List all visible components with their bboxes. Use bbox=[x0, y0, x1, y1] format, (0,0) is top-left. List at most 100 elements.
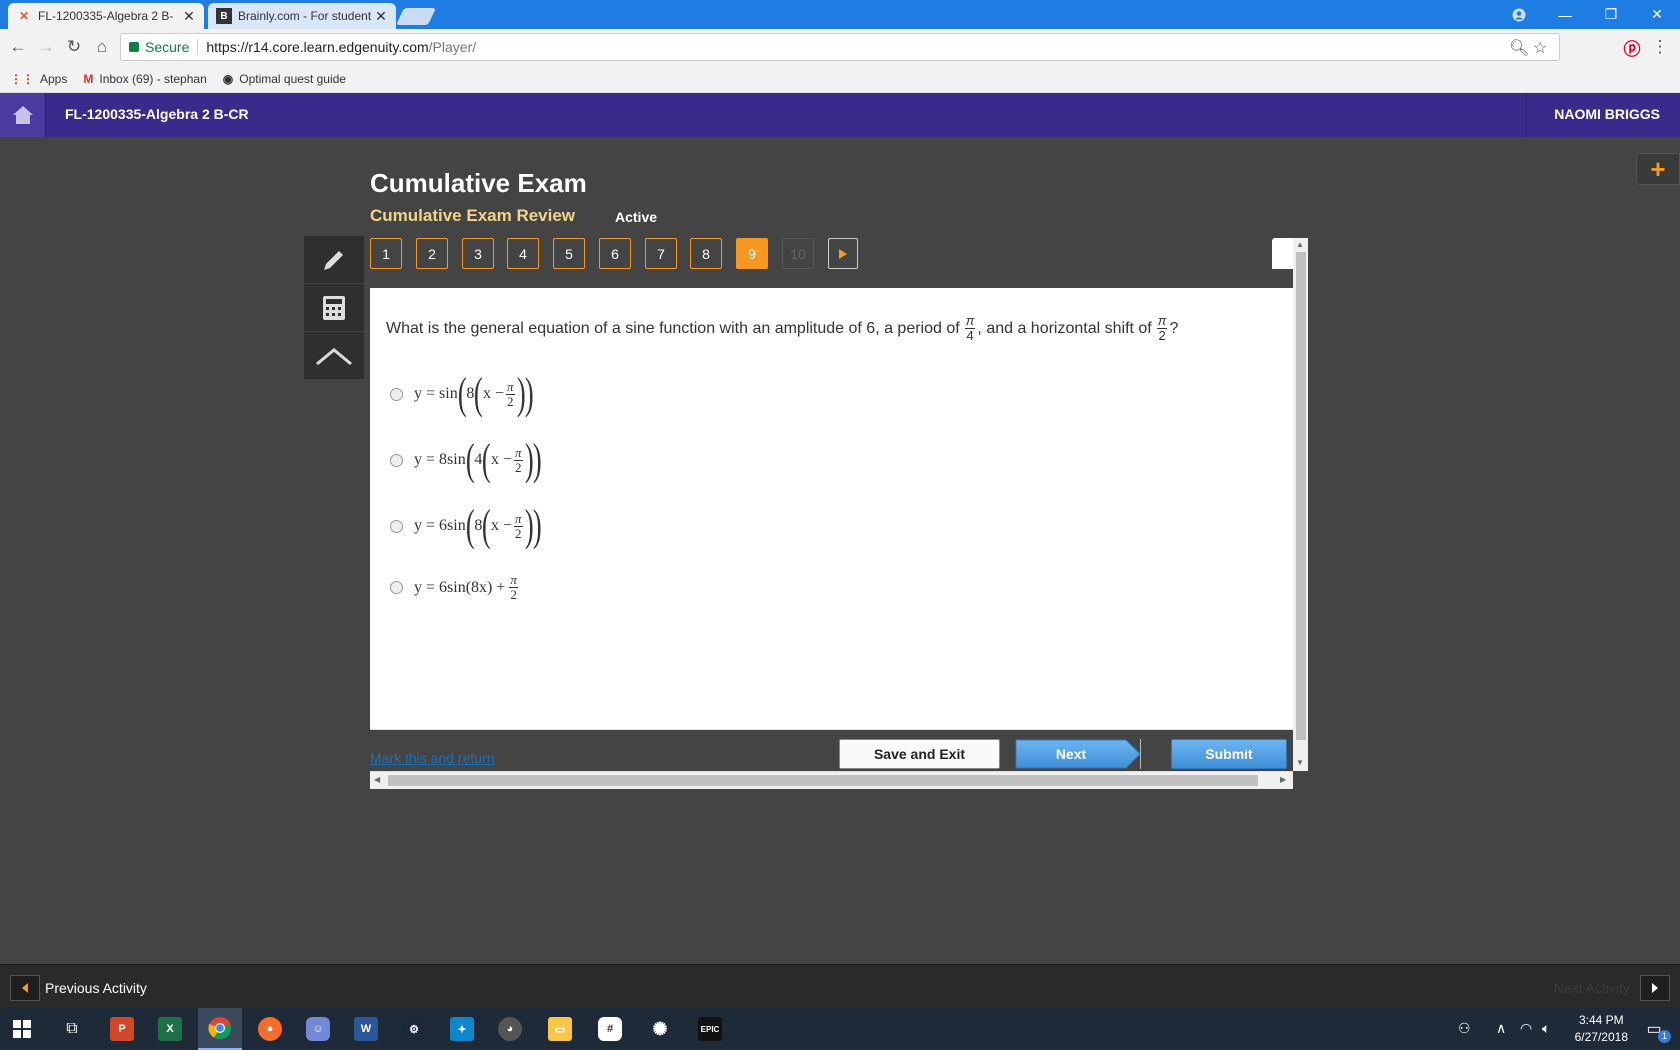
steam-icon[interactable]: ⚙ bbox=[392, 1008, 436, 1050]
question-nav-2[interactable]: 2 bbox=[416, 238, 448, 269]
answer-option-a[interactable]: y = sin ( 8 ( x − π2 )) bbox=[390, 372, 534, 416]
word-icon[interactable]: W bbox=[344, 1008, 388, 1050]
gmail-icon: M bbox=[83, 71, 94, 86]
question-nav-5[interactable]: 5 bbox=[553, 238, 585, 269]
calculator-icon bbox=[323, 295, 345, 320]
url-text[interactable]: https://r14.core.learn.edgenuity.com/Pla… bbox=[206, 39, 476, 55]
question-nav-4[interactable]: 4 bbox=[507, 238, 539, 269]
menu-icon[interactable]: ⋮ bbox=[1648, 35, 1672, 59]
restore-icon[interactable]: ❐ bbox=[1588, 0, 1634, 29]
bookmark-quest-guide[interactable]: ◉ Optimal quest guide bbox=[223, 72, 346, 86]
zoom-icon[interactable]: 🔍︎ bbox=[1509, 38, 1529, 58]
scroll-up-arrow-icon[interactable]: ▲ bbox=[1296, 240, 1304, 249]
chrome-icon[interactable] bbox=[198, 1008, 242, 1050]
bookmark-apps[interactable]: ⋮⋮ Apps bbox=[10, 72, 67, 86]
mark-and-return-link[interactable]: Mark this and return bbox=[370, 750, 495, 766]
fraction-denominator: 2 bbox=[510, 587, 517, 602]
question-nav-8[interactable]: 8 bbox=[690, 238, 722, 269]
tab-edgenuity[interactable]: ✕ FL-1200335-Algebra 2 B- ✕ bbox=[8, 3, 204, 29]
question-text: What is the general equation of a sine f… bbox=[386, 314, 1178, 343]
frame-tab bbox=[1272, 238, 1294, 269]
home-icon[interactable]: ⌂ bbox=[90, 35, 114, 59]
fraction-numerator: π bbox=[509, 572, 518, 588]
question-nav-1[interactable]: 1 bbox=[370, 238, 402, 269]
file-explorer-icon[interactable]: ▭ bbox=[538, 1008, 582, 1050]
question-nav-10: 10 bbox=[782, 238, 814, 269]
tray-chevron-icon[interactable]: ∧ bbox=[1496, 1020, 1506, 1037]
next-button[interactable]: Next bbox=[1015, 739, 1141, 769]
expr-fraction: π2 bbox=[506, 379, 515, 409]
wifi-icon[interactable]: ◠ bbox=[1520, 1020, 1532, 1037]
collapse-tool-button[interactable] bbox=[304, 332, 364, 380]
pencil-tool-button[interactable] bbox=[304, 236, 364, 284]
fraction-numerator: π bbox=[1156, 313, 1168, 329]
radio-button[interactable] bbox=[390, 387, 403, 401]
app-icon[interactable]: ◕ bbox=[488, 1008, 532, 1050]
action-center-icon[interactable]: ▭ 1 bbox=[1632, 1008, 1676, 1050]
expr-prefix: y = 6sin(8x) + bbox=[414, 578, 506, 596]
left-paren: ( bbox=[465, 501, 475, 550]
steelseries-icon[interactable]: ✺ bbox=[638, 1008, 682, 1050]
tab-close-icon[interactable]: ✕ bbox=[182, 8, 196, 25]
scroll-right-arrow-icon[interactable]: ▶ bbox=[1280, 775, 1286, 784]
slack-icon[interactable]: # bbox=[588, 1008, 632, 1050]
previous-activity-button[interactable] bbox=[10, 975, 40, 1001]
question-nav-3[interactable]: 3 bbox=[462, 238, 494, 269]
radio-button[interactable] bbox=[390, 453, 403, 467]
button-separator bbox=[1140, 739, 1141, 769]
origin-icon[interactable]: ● bbox=[248, 1008, 292, 1050]
next-activity-label: Next Activity bbox=[1553, 980, 1630, 996]
plus-menu-button[interactable]: + bbox=[1636, 153, 1680, 185]
radio-button[interactable] bbox=[390, 581, 403, 594]
calculator-tool-button[interactable] bbox=[304, 284, 364, 332]
answer-expression: y = sin ( 8 ( x − π2 )) bbox=[414, 372, 534, 416]
question-nav-7[interactable]: 7 bbox=[645, 238, 677, 269]
save-and-exit-button[interactable]: Save and Exit bbox=[839, 739, 1000, 769]
profile-icon[interactable] bbox=[1496, 0, 1542, 29]
discord-icon[interactable]: ☺ bbox=[296, 1008, 340, 1050]
bookmark-gmail[interactable]: M Inbox (69) - stephan bbox=[83, 72, 206, 86]
question-part: ? bbox=[1169, 319, 1179, 337]
scroll-down-arrow-icon[interactable]: ▼ bbox=[1296, 758, 1304, 767]
new-tab-button[interactable] bbox=[396, 8, 436, 25]
excel-icon[interactable]: X bbox=[148, 1008, 192, 1050]
notification-count: 1 bbox=[1658, 1030, 1671, 1043]
forward-icon[interactable]: → bbox=[34, 35, 58, 59]
reload-icon[interactable]: ↻ bbox=[62, 35, 86, 59]
address-bar[interactable]: Secure https://r14.core.learn.edgenuity.… bbox=[120, 33, 1560, 61]
next-questions-button[interactable] bbox=[828, 238, 858, 269]
battle-net-icon[interactable]: ✦ bbox=[440, 1008, 484, 1050]
window-close-icon[interactable]: ✕ bbox=[1634, 0, 1680, 29]
answer-option-b[interactable]: y = 8sin ( 4 ( x − π2 )) bbox=[390, 438, 542, 482]
scroll-left-arrow-icon[interactable]: ◀ bbox=[374, 775, 380, 784]
user-name[interactable]: NAOMI BRIGGS bbox=[1554, 106, 1660, 122]
task-view-icon[interactable]: ⧉ bbox=[50, 1008, 94, 1050]
back-icon[interactable]: ← bbox=[6, 35, 30, 59]
taskbar-clock[interactable]: 3:44 PM 6/27/2018 bbox=[1575, 1012, 1628, 1046]
submit-button[interactable]: Submit bbox=[1171, 739, 1287, 769]
fraction-denominator: 2 bbox=[1158, 328, 1166, 343]
quest-guide-icon: ◉ bbox=[222, 71, 234, 86]
answer-option-d[interactable]: y = 6sin(8x) + π2 bbox=[390, 573, 520, 602]
answer-option-c[interactable]: y = 6sin ( 8 ( x − π2 )) bbox=[390, 504, 542, 548]
horizontal-scroll-thumb[interactable] bbox=[388, 775, 1258, 786]
edgenuity-favicon-icon: ✕ bbox=[18, 9, 30, 23]
tab-brainly[interactable]: B Brainly.com - For student ✕ bbox=[208, 3, 396, 29]
pinterest-extension-icon[interactable]: ⓟ bbox=[1620, 35, 1644, 59]
previous-activity-label[interactable]: Previous Activity bbox=[45, 980, 147, 996]
powerpoint-icon[interactable]: P bbox=[100, 1008, 144, 1050]
windows-start-icon[interactable] bbox=[0, 1008, 44, 1050]
answer-expression: y = 8sin ( 4 ( x − π2 )) bbox=[414, 438, 542, 482]
question-nav-6[interactable]: 6 bbox=[599, 238, 631, 269]
tab-close-icon[interactable]: ✕ bbox=[374, 8, 388, 25]
volume-icon[interactable]: 🔈︎ bbox=[1542, 1020, 1550, 1037]
bookmark-star-icon[interactable]: ☆ bbox=[1533, 38, 1547, 58]
minimize-icon[interactable]: — bbox=[1542, 0, 1588, 29]
radio-button[interactable] bbox=[390, 519, 403, 533]
epic-games-icon[interactable]: EPIC bbox=[688, 1008, 732, 1050]
left-paren: ( bbox=[482, 435, 492, 484]
question-nav-9[interactable]: 9 bbox=[736, 238, 768, 269]
home-button[interactable] bbox=[0, 93, 46, 137]
vertical-scroll-thumb[interactable] bbox=[1296, 252, 1306, 740]
people-icon[interactable]: ⚇ bbox=[1458, 1020, 1471, 1037]
